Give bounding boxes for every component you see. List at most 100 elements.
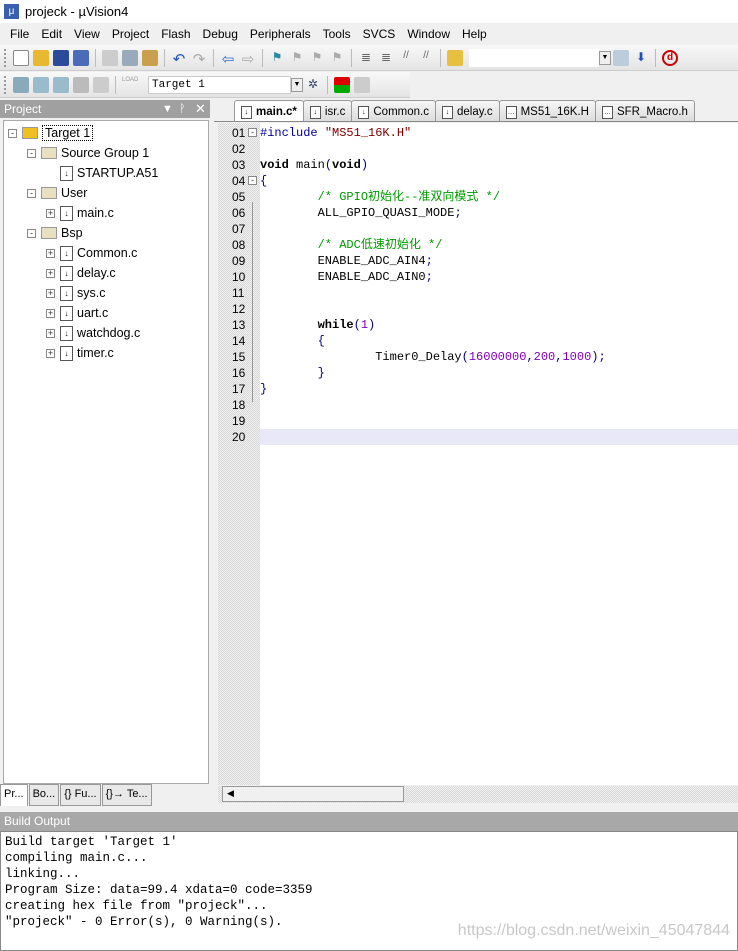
expand-toggle-icon[interactable]: - bbox=[27, 188, 36, 198]
file-icon: ↓ bbox=[60, 285, 73, 301]
comment-icon[interactable]: // bbox=[398, 50, 414, 66]
tree-item-label: timer.c bbox=[77, 346, 114, 360]
expand-toggle-icon[interactable]: + bbox=[46, 268, 55, 278]
find-dropdown-icon[interactable]: ▼ bbox=[599, 50, 611, 65]
paste-icon[interactable] bbox=[142, 49, 158, 66]
bookmark-icon[interactable]: ⚑ bbox=[269, 50, 285, 66]
find-in-files-icon[interactable] bbox=[447, 49, 463, 66]
download-icon[interactable]: LOAD bbox=[122, 77, 138, 93]
expand-toggle-icon[interactable]: + bbox=[46, 328, 55, 338]
find-icon[interactable] bbox=[613, 49, 629, 66]
toolbar-grip[interactable] bbox=[4, 75, 7, 94]
project-panel-tab[interactable]: Pr... bbox=[0, 784, 28, 806]
editor-tab[interactable]: … MS51_16K.H bbox=[498, 100, 596, 121]
build-icon[interactable] bbox=[33, 76, 49, 93]
tree-item[interactable]: + ↓ main.c bbox=[46, 204, 114, 222]
indent-icon[interactable]: ≣ bbox=[358, 50, 374, 66]
tree-item[interactable]: + ↓ Common.c bbox=[46, 244, 137, 262]
expand-toggle-icon[interactable]: + bbox=[46, 208, 55, 218]
translate-icon[interactable] bbox=[13, 76, 29, 93]
editor-tab[interactable]: ↓ isr.c bbox=[302, 100, 353, 121]
project-panel-tab[interactable]: Bo... bbox=[28, 784, 60, 806]
tree-item[interactable]: ↓ STARTUP.A51 bbox=[46, 164, 158, 182]
menu-edit[interactable]: Edit bbox=[35, 27, 68, 41]
expand-toggle-icon[interactable]: + bbox=[46, 248, 55, 258]
horizontal-scrollbar[interactable]: ◀ bbox=[218, 786, 738, 803]
fold-toggle-icon[interactable]: - bbox=[248, 176, 257, 185]
copy-icon[interactable] bbox=[122, 49, 138, 66]
select-packs-icon[interactable] bbox=[354, 76, 370, 93]
menu-help[interactable]: Help bbox=[456, 27, 493, 41]
tree-item[interactable]: + ↓ timer.c bbox=[46, 344, 114, 362]
expand-toggle-icon[interactable]: - bbox=[27, 228, 36, 238]
prev-bookmark-icon[interactable]: ⚑ bbox=[289, 50, 305, 66]
build-output-title: Build Output bbox=[4, 814, 71, 828]
save-icon[interactable] bbox=[53, 49, 69, 66]
tree-item[interactable]: - Target 1 bbox=[8, 124, 94, 142]
menu-view[interactable]: View bbox=[68, 27, 106, 41]
menu-tools[interactable]: Tools bbox=[317, 27, 357, 41]
target-dropdown-icon[interactable]: ▼ bbox=[291, 77, 303, 92]
menu-window[interactable]: Window bbox=[401, 27, 456, 41]
expand-toggle-icon[interactable]: + bbox=[46, 348, 55, 358]
tree-item[interactable]: + ↓ uart.c bbox=[46, 304, 108, 322]
batch-build-icon[interactable] bbox=[73, 76, 89, 93]
find-input[interactable] bbox=[469, 48, 599, 67]
clear-bookmarks-icon[interactable]: ⚑ bbox=[329, 50, 345, 66]
tree-item[interactable]: + ↓ watchdog.c bbox=[46, 324, 140, 342]
editor-tab[interactable]: ↓ Common.c bbox=[351, 100, 436, 121]
panel-menu-icon[interactable]: ▼ bbox=[162, 100, 173, 118]
cut-icon[interactable] bbox=[102, 49, 118, 66]
open-folder-icon[interactable] bbox=[33, 49, 49, 66]
toolbar-grip[interactable] bbox=[4, 48, 7, 67]
line-number: 04 bbox=[232, 174, 246, 188]
app-logo-icon: μ bbox=[4, 4, 19, 19]
save-all-icon[interactable] bbox=[73, 49, 89, 66]
expand-toggle-icon[interactable]: - bbox=[27, 148, 36, 158]
tree-item[interactable]: + ↓ delay.c bbox=[46, 264, 116, 282]
unindent-icon[interactable]: ≣ bbox=[378, 50, 394, 66]
code-editor[interactable]: 01 02 03 04 05 06 07 08 09 10 11 12 13 14 15 16 17 18 19 20… bbox=[218, 123, 738, 785]
code-token: void bbox=[260, 158, 289, 172]
scroll-left-icon[interactable]: ◀ bbox=[227, 788, 234, 799]
uncomment-icon[interactable]: // bbox=[418, 50, 434, 66]
rebuild-icon[interactable] bbox=[53, 76, 69, 93]
navigate-forward-icon[interactable]: ⇨ bbox=[240, 50, 256, 68]
project-panel-tab[interactable]: {} Fu... bbox=[60, 784, 101, 806]
tree-item[interactable]: - Source Group 1 bbox=[27, 144, 149, 162]
pin-icon[interactable]: ᚹ bbox=[179, 100, 186, 118]
file-icon: ↓ bbox=[60, 305, 73, 321]
editor-tab[interactable]: ↓ delay.c bbox=[434, 100, 500, 121]
editor-tab[interactable]: … SFR_Macro.h bbox=[594, 100, 695, 121]
next-bookmark-icon[interactable]: ⚑ bbox=[309, 50, 325, 66]
incremental-find-icon[interactable]: ⬇ bbox=[633, 50, 649, 66]
manage-components-icon[interactable] bbox=[334, 76, 350, 93]
navigate-back-icon[interactable]: ⇦ bbox=[220, 50, 236, 68]
redo-icon[interactable]: ↷ bbox=[191, 50, 207, 68]
menu-project[interactable]: Project bbox=[106, 27, 155, 41]
debug-session-icon[interactable]: d bbox=[662, 49, 678, 66]
new-file-icon[interactable] bbox=[13, 49, 29, 66]
close-panel-icon[interactable]: ✕ bbox=[195, 100, 206, 118]
tree-item[interactable]: + ↓ sys.c bbox=[46, 284, 105, 302]
menu-flash[interactable]: Flash bbox=[155, 27, 196, 41]
menu-file[interactable]: File bbox=[4, 27, 35, 41]
expand-toggle-icon[interactable]: + bbox=[46, 308, 55, 318]
undo-icon[interactable]: ↶ bbox=[171, 50, 187, 68]
tree-item[interactable]: - User bbox=[27, 184, 87, 202]
menu-debug[interactable]: Debug bbox=[197, 27, 244, 41]
project-panel-tab[interactable]: {}→ Te... bbox=[101, 784, 152, 806]
menu-svcs[interactable]: SVCS bbox=[357, 27, 402, 41]
line-number: 09 bbox=[232, 254, 246, 268]
scroll-track[interactable]: ◀ bbox=[222, 786, 404, 802]
output-line: creating hex file from "projeck"... bbox=[5, 899, 268, 913]
menu-peripherals[interactable]: Peripherals bbox=[244, 27, 317, 41]
stop-build-icon[interactable] bbox=[93, 76, 109, 93]
target-select[interactable]: Target 1 bbox=[148, 75, 291, 94]
tree-item[interactable]: - Bsp bbox=[27, 224, 83, 242]
expand-toggle-icon[interactable]: + bbox=[46, 288, 55, 298]
fold-toggle-icon[interactable]: - bbox=[248, 128, 257, 137]
editor-tab[interactable]: ↓ main.c* bbox=[234, 100, 304, 121]
expand-toggle-icon[interactable]: - bbox=[8, 128, 17, 138]
target-options-icon[interactable]: ✲ bbox=[305, 77, 321, 93]
